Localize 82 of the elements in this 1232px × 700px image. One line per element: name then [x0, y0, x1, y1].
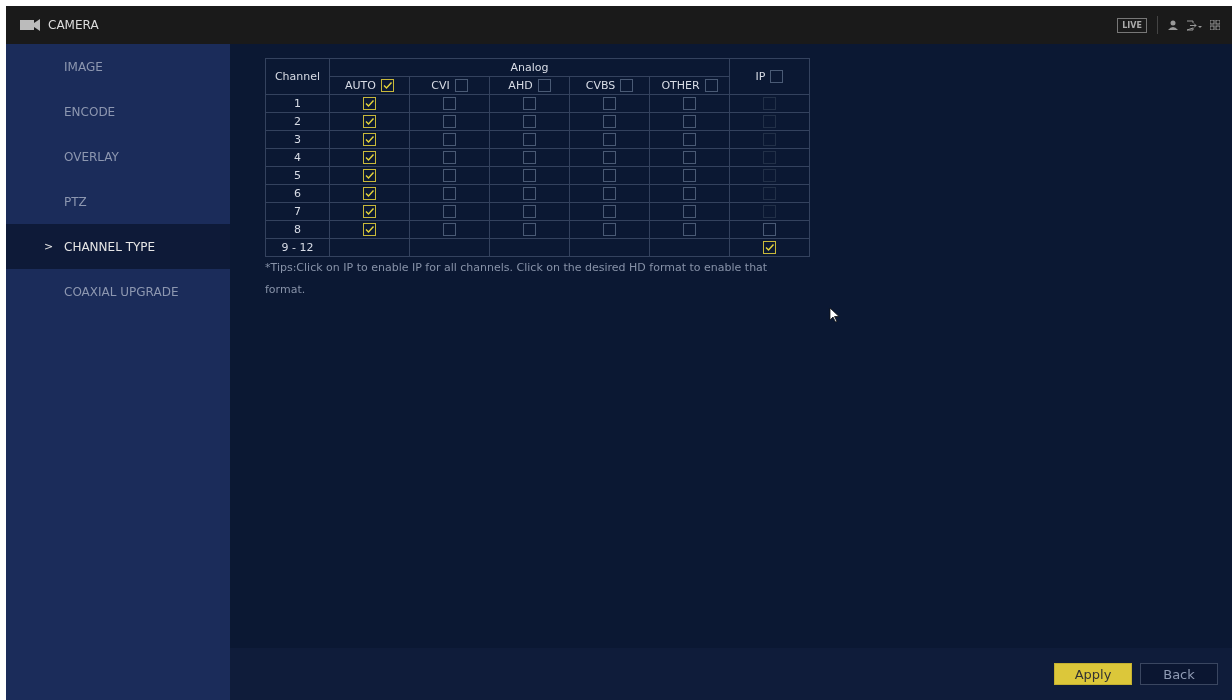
checkbox[interactable] — [603, 133, 616, 146]
column-group-header: Analog — [329, 58, 730, 77]
grid-icon[interactable] — [1210, 20, 1220, 30]
checkbox[interactable] — [683, 151, 696, 164]
tips-text: *Tips:Click on IP to enable IP for all channels. Click on the desired HD format to enable that format. — [265, 260, 769, 298]
checkbox[interactable] — [523, 97, 536, 110]
checkbox[interactable] — [443, 151, 456, 164]
page-title: CAMERA — [48, 18, 99, 32]
checkbox[interactable] — [603, 97, 616, 110]
chevron-icon: > — [44, 240, 54, 253]
checkbox[interactable] — [603, 205, 616, 218]
checkbox[interactable] — [603, 187, 616, 200]
column-header: IP — [755, 69, 766, 84]
checkbox[interactable] — [763, 223, 776, 236]
checkbox[interactable] — [770, 70, 784, 83]
checkbox[interactable] — [443, 187, 456, 200]
camera-icon — [20, 18, 40, 32]
checkbox[interactable] — [603, 151, 616, 164]
action-button[interactable]: Apply — [1054, 663, 1132, 685]
channel-cell: 1 — [265, 94, 330, 113]
checkbox[interactable] — [363, 169, 376, 182]
channel-cell: 4 — [265, 148, 330, 167]
channel-cell: 8 — [265, 220, 330, 239]
checkbox[interactable] — [523, 169, 536, 182]
checkbox[interactable] — [620, 79, 634, 92]
checkbox[interactable] — [523, 133, 536, 146]
channel-cell: 9 - 12 — [265, 238, 330, 257]
checkbox[interactable] — [704, 79, 718, 92]
checkbox[interactable] — [443, 223, 456, 236]
sidebar-item[interactable]: > CHANNEL TYPE — [6, 224, 230, 269]
checkbox[interactable] — [683, 223, 696, 236]
checkbox[interactable] — [523, 151, 536, 164]
checkbox[interactable] — [763, 241, 776, 254]
channel-cell: 6 — [265, 184, 330, 203]
checkbox[interactable] — [443, 133, 456, 146]
column-header: Channel — [265, 58, 330, 95]
checkbox[interactable] — [683, 169, 696, 182]
checkbox[interactable] — [363, 97, 376, 110]
checkbox[interactable] — [523, 205, 536, 218]
checkbox[interactable] — [523, 115, 536, 128]
checkbox[interactable] — [683, 97, 696, 110]
sidebar-item[interactable]: IMAGE — [6, 44, 230, 89]
checkbox[interactable] — [443, 97, 456, 110]
checkbox[interactable] — [363, 133, 376, 146]
checkbox[interactable] — [537, 79, 551, 92]
checkbox[interactable] — [603, 115, 616, 128]
column-header: CVI — [431, 78, 450, 93]
sidebar-item[interactable]: PTZ — [6, 179, 230, 224]
logout-icon[interactable] — [1186, 19, 1202, 31]
sidebar-item[interactable]: COAXIAL UPGRADE — [6, 269, 230, 314]
checkbox[interactable] — [454, 79, 468, 92]
checkbox[interactable] — [363, 205, 376, 218]
checkbox[interactable] — [683, 187, 696, 200]
user-icon[interactable] — [1168, 20, 1178, 30]
checkbox[interactable] — [363, 151, 376, 164]
column-header: CVBS — [585, 78, 616, 93]
checkbox[interactable] — [523, 187, 536, 200]
checkbox[interactable] — [363, 115, 376, 128]
action-button[interactable]: Back — [1140, 663, 1218, 685]
channel-cell: 2 — [265, 112, 330, 131]
sidebar-item[interactable]: OVERLAY — [6, 134, 230, 179]
checkbox[interactable] — [603, 169, 616, 182]
mouse-pointer-icon — [829, 307, 840, 323]
channel-cell: 3 — [265, 130, 330, 149]
channel-cell: 5 — [265, 166, 330, 185]
live-button[interactable]: LIVE — [1117, 17, 1147, 33]
checkbox[interactable] — [363, 223, 376, 236]
checkbox[interactable] — [683, 115, 696, 128]
checkbox[interactable] — [363, 187, 376, 200]
channel-cell: 7 — [265, 202, 330, 221]
column-header: AUTO — [345, 78, 376, 93]
checkbox[interactable] — [443, 115, 456, 128]
checkbox[interactable] — [683, 133, 696, 146]
checkbox[interactable] — [683, 205, 696, 218]
column-header: OTHER — [661, 78, 700, 93]
checkbox[interactable] — [523, 223, 536, 236]
checkbox[interactable] — [443, 205, 456, 218]
column-header: AHD — [508, 78, 533, 93]
checkbox[interactable] — [603, 223, 616, 236]
checkbox[interactable] — [381, 79, 394, 92]
sidebar-item[interactable]: ENCODE — [6, 89, 230, 134]
checkbox[interactable] — [443, 169, 456, 182]
